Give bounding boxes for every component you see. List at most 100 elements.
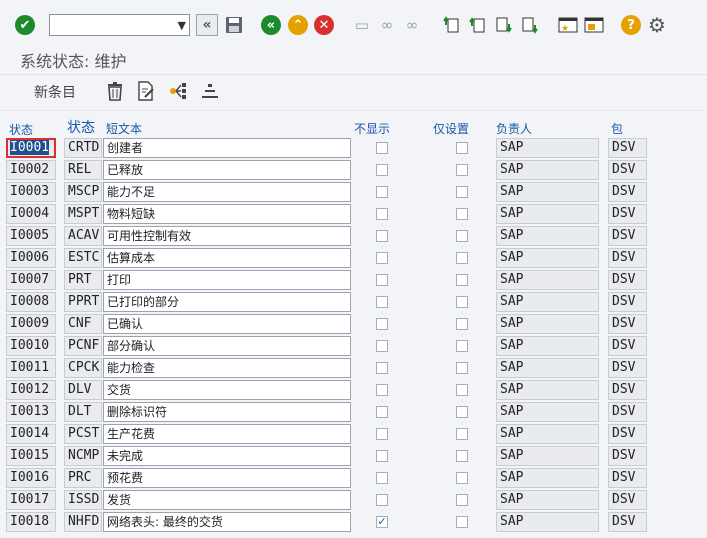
responsible-cell[interactable]: SAP	[496, 138, 599, 158]
status-id-cell[interactable]: I0002	[6, 160, 56, 180]
short-text-input[interactable]: 打印	[103, 270, 351, 290]
package-cell[interactable]: DSV	[608, 226, 647, 246]
package-cell[interactable]: DSV	[608, 446, 647, 466]
short-text-input[interactable]: 未完成	[103, 446, 351, 466]
no-display-checkbox[interactable]	[376, 450, 388, 462]
short-text-input[interactable]: 部分确认	[103, 336, 351, 356]
save-button[interactable]	[223, 14, 245, 36]
prev-page-button[interactable]	[467, 14, 489, 36]
responsible-cell[interactable]: SAP	[496, 160, 599, 180]
no-display-checkbox[interactable]	[376, 252, 388, 264]
responsible-cell[interactable]: SAP	[496, 468, 599, 488]
set-only-checkbox[interactable]	[456, 494, 468, 506]
package-cell[interactable]: DSV	[608, 138, 647, 158]
status-code-cell[interactable]: PRC	[64, 468, 102, 488]
status-code-cell[interactable]: PPRT	[64, 292, 102, 312]
package-cell[interactable]: DSV	[608, 512, 647, 532]
package-cell[interactable]: DSV	[608, 292, 647, 312]
no-display-checkbox[interactable]	[376, 274, 388, 286]
no-display-checkbox[interactable]	[376, 164, 388, 176]
status-code-cell[interactable]: REL	[64, 160, 102, 180]
col-set-only[interactable]: 仅设置	[433, 120, 469, 137]
col-short-text[interactable]: 短文本	[106, 120, 142, 137]
status-code-cell[interactable]: NHFD	[64, 512, 102, 532]
responsible-cell[interactable]: SAP	[496, 314, 599, 334]
responsible-cell[interactable]: SAP	[496, 248, 599, 268]
responsible-cell[interactable]: SAP	[496, 226, 599, 246]
status-id-cell[interactable]: I0016	[6, 468, 56, 488]
short-text-input[interactable]: 网络表头: 最终的交货	[103, 512, 351, 532]
short-text-input[interactable]: 估算成本	[103, 248, 351, 268]
package-cell[interactable]: DSV	[608, 402, 647, 422]
set-only-checkbox[interactable]	[456, 362, 468, 374]
col-no-display[interactable]: 不显示	[354, 120, 390, 137]
set-only-checkbox[interactable]	[456, 230, 468, 242]
col-package[interactable]: 包	[611, 120, 623, 137]
short-text-input[interactable]: 物料短缺	[103, 204, 351, 224]
no-display-checkbox[interactable]	[376, 406, 388, 418]
status-code-cell[interactable]: CNF	[64, 314, 102, 334]
status-id-cell[interactable]: I0005	[6, 226, 56, 246]
col-status-code[interactable]: 状态	[67, 117, 95, 137]
status-id-cell[interactable]: I0010	[6, 336, 56, 356]
short-text-input[interactable]: 创建者	[103, 138, 351, 158]
status-id-cell[interactable]: I0008	[6, 292, 56, 312]
package-cell[interactable]: DSV	[608, 468, 647, 488]
set-only-checkbox[interactable]	[456, 428, 468, 440]
status-id-cell[interactable]: I0015	[6, 446, 56, 466]
new-session-button[interactable]: ★	[557, 14, 579, 36]
no-display-checkbox[interactable]	[376, 384, 388, 396]
status-id-cell[interactable]: I0012	[6, 380, 56, 400]
no-display-checkbox[interactable]	[376, 340, 388, 352]
responsible-cell[interactable]: SAP	[496, 292, 599, 312]
short-text-input[interactable]: 可用性控制有效	[103, 226, 351, 246]
short-text-input[interactable]: 发货	[103, 490, 351, 510]
short-text-input[interactable]: 交货	[103, 380, 351, 400]
col-responsible[interactable]: 负责人	[496, 120, 532, 137]
package-cell[interactable]: DSV	[608, 270, 647, 290]
no-display-checkbox[interactable]	[376, 142, 388, 154]
package-cell[interactable]: DSV	[608, 380, 647, 400]
no-display-checkbox[interactable]	[376, 296, 388, 308]
package-cell[interactable]: DSV	[608, 160, 647, 180]
responsible-cell[interactable]: SAP	[496, 512, 599, 532]
status-code-cell[interactable]: DLV	[64, 380, 102, 400]
status-code-cell[interactable]: NCMP	[64, 446, 102, 466]
exit-button[interactable]: ⌃	[287, 14, 309, 36]
status-id-cell[interactable]: I0001	[6, 138, 56, 158]
responsible-cell[interactable]: SAP	[496, 182, 599, 202]
chevron-down-icon[interactable]: ▼	[178, 19, 186, 32]
package-cell[interactable]: DSV	[608, 424, 647, 444]
no-display-checkbox[interactable]	[376, 428, 388, 440]
short-text-input[interactable]: 能力不足	[103, 182, 351, 202]
cancel-button[interactable]: ✕	[313, 14, 335, 36]
first-page-button[interactable]	[441, 14, 463, 36]
status-code-cell[interactable]: PCNF	[64, 336, 102, 356]
status-code-cell[interactable]: MSCP	[64, 182, 102, 202]
set-only-checkbox[interactable]	[456, 164, 468, 176]
no-display-checkbox[interactable]	[376, 208, 388, 220]
back-nav-button[interactable]: «	[196, 14, 218, 36]
set-only-checkbox[interactable]	[456, 318, 468, 330]
status-code-cell[interactable]: DLT	[64, 402, 102, 422]
status-id-cell[interactable]: I0017	[6, 490, 56, 510]
responsible-cell[interactable]: SAP	[496, 424, 599, 444]
package-cell[interactable]: DSV	[608, 204, 647, 224]
status-id-cell[interactable]: I0018	[6, 512, 56, 532]
status-id-cell[interactable]: I0013	[6, 402, 56, 422]
responsible-cell[interactable]: SAP	[496, 446, 599, 466]
set-only-checkbox[interactable]	[456, 340, 468, 352]
new-entries-button[interactable]: 新条目	[34, 82, 76, 102]
short-text-input[interactable]: 预花费	[103, 468, 351, 488]
set-only-checkbox[interactable]	[456, 472, 468, 484]
find-button[interactable]: ∞	[376, 14, 398, 36]
set-only-checkbox[interactable]	[456, 208, 468, 220]
short-text-input[interactable]: 已确认	[103, 314, 351, 334]
set-only-checkbox[interactable]	[456, 516, 468, 528]
no-display-checkbox[interactable]	[376, 494, 388, 506]
last-page-button[interactable]	[518, 14, 540, 36]
col-status-id[interactable]: 状态	[9, 121, 33, 138]
status-id-cell[interactable]: I0004	[6, 204, 56, 224]
no-display-checkbox[interactable]	[376, 318, 388, 330]
set-only-checkbox[interactable]	[456, 296, 468, 308]
